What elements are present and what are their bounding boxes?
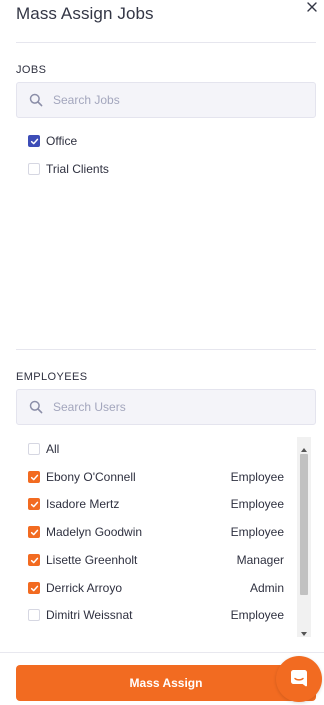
close-icon[interactable] [305, 0, 319, 14]
employee-list-scrollbar[interactable] [297, 437, 311, 637]
employee-checkbox[interactable] [28, 582, 40, 594]
scroll-up-arrow-icon[interactable] [300, 441, 308, 452]
search-users-input[interactable] [53, 400, 283, 414]
job-checkbox-trial-clients[interactable] [28, 163, 40, 175]
section-divider [16, 349, 316, 350]
search-jobs-input[interactable] [53, 93, 283, 107]
chat-icon[interactable] [276, 656, 322, 702]
employee-checkbox[interactable] [28, 471, 40, 483]
search-icon [29, 400, 43, 414]
job-item-office[interactable]: Office [28, 132, 77, 150]
footer-divider [0, 652, 324, 653]
employees-section-label: EMPLOYEES [16, 371, 88, 383]
employee-checkbox[interactable] [28, 609, 40, 621]
employee-all-label: All [46, 442, 60, 456]
scrollbar-thumb[interactable] [300, 454, 308, 595]
employee-list: All Ebony O'Connell Employee Isadore Mer… [16, 437, 314, 637]
mass-assign-label: Mass Assign [129, 676, 203, 690]
search-jobs-field[interactable] [16, 82, 316, 118]
employee-checkbox[interactable] [28, 526, 40, 538]
header-divider [16, 42, 316, 43]
employee-name: Derrick Arroyo [46, 581, 123, 595]
employee-name: Ebony O'Connell [46, 470, 136, 484]
employee-role: Employee [230, 470, 284, 484]
employee-checkbox-all[interactable] [28, 443, 40, 455]
employee-item[interactable]: Ebony O'Connell Employee [28, 468, 284, 486]
employee-item[interactable]: Lisette Greenholt Manager [28, 551, 284, 569]
employee-name: Isadore Mertz [46, 497, 120, 511]
employee-role: Employee [230, 525, 284, 539]
employee-item[interactable]: Dimitri Weissnat Employee [28, 606, 284, 624]
employee-role: Admin [249, 581, 284, 595]
jobs-section-label: JOBS [16, 64, 47, 76]
scroll-down-arrow-icon[interactable] [300, 625, 308, 636]
mass-assign-button[interactable]: Mass Assign [16, 665, 316, 701]
employee-checkbox[interactable] [28, 498, 40, 510]
job-label: Office [46, 134, 78, 148]
employee-role: Employee [230, 497, 284, 511]
panel-title: Mass Assign Jobs [16, 4, 154, 23]
employee-checkbox[interactable] [28, 554, 40, 566]
employee-role: Manager [236, 553, 284, 567]
employee-item[interactable]: Madelyn Goodwin Employee [28, 523, 284, 541]
employee-name: Lisette Greenholt [46, 553, 138, 567]
employee-item[interactable]: Isadore Mertz Employee [28, 495, 284, 513]
employee-item-all[interactable]: All [28, 440, 284, 458]
employee-name: Dimitri Weissnat [46, 608, 133, 622]
employee-name: Madelyn Goodwin [46, 525, 143, 539]
job-item-trial-clients[interactable]: Trial Clients [28, 160, 109, 178]
employee-item-partial[interactable] [28, 634, 284, 637]
search-users-field[interactable] [16, 389, 316, 425]
search-icon [29, 93, 43, 107]
job-checkbox-office[interactable] [28, 135, 40, 147]
job-label: Trial Clients [46, 162, 109, 176]
employee-role: Employee [230, 608, 284, 622]
employee-item[interactable]: Derrick Arroyo Admin [28, 579, 284, 597]
